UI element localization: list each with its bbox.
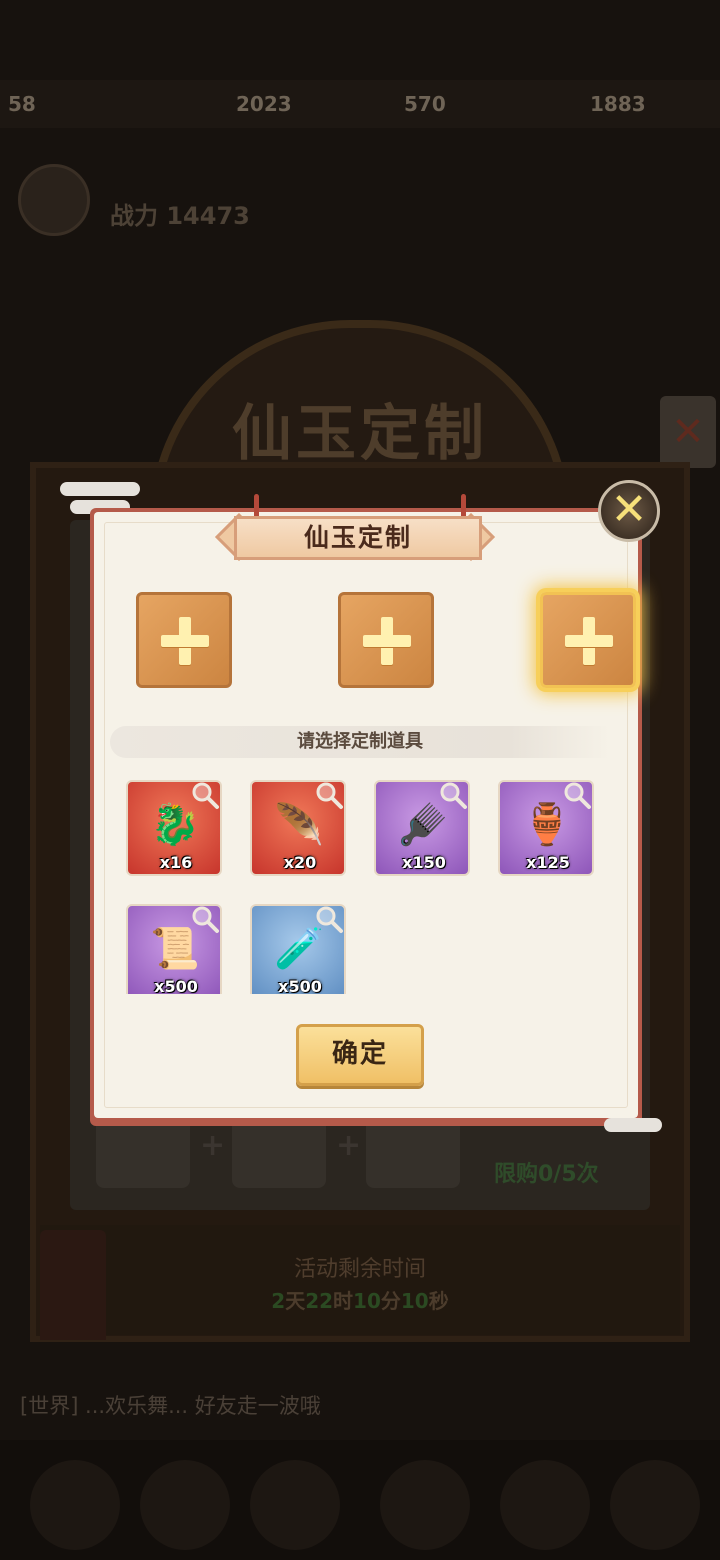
item-slot[interactable]: 🐉 x16 — [126, 780, 222, 876]
item-slot[interactable]: 📜 x500 — [126, 904, 222, 1000]
nav-icon — [250, 1460, 340, 1550]
background-close-icon: ✕ — [660, 396, 716, 468]
plus-icon: + — [336, 1128, 362, 1163]
magnifier-icon[interactable] — [562, 780, 592, 810]
activity-timer: 活动剩余时间 2天22时10分10秒 — [40, 1225, 680, 1335]
customize-slot-1[interactable] — [136, 592, 232, 688]
cloud-decoration — [604, 1118, 662, 1132]
item-quantity: x20 — [283, 853, 317, 872]
lantern-icon — [40, 1230, 106, 1340]
section-label: 请选择定制道具 — [297, 731, 423, 752]
player-info: 战力 14473 — [10, 160, 710, 240]
dialog-title: 仙玉定制 — [303, 523, 412, 552]
cloud-decoration — [60, 482, 140, 496]
nav-icon — [140, 1460, 230, 1550]
item-slot[interactable]: 🧪 x500 — [250, 904, 346, 1000]
confirm-button[interactable]: 确定 — [296, 1024, 424, 1086]
magnifier-icon[interactable] — [438, 780, 468, 810]
resource-value: 2023 — [236, 92, 292, 116]
magnifier-icon[interactable] — [190, 904, 220, 934]
magnifier-icon[interactable] — [314, 904, 344, 934]
chat-bar: [世界] ...欢乐舞... 好友走一波哦 — [20, 1394, 321, 1418]
item-slot[interactable]: 🪶 x20 — [250, 780, 346, 876]
timer-value: 2天22时10分10秒 — [271, 1289, 449, 1313]
nav-icon — [610, 1460, 700, 1550]
resource-value: 58 — [8, 92, 36, 116]
plus-icon: + — [200, 1128, 226, 1163]
resource-value: 1883 — [590, 92, 646, 116]
background-title: 仙玉定制 — [232, 399, 488, 469]
item-slot[interactable]: 🪮 x150 — [374, 780, 470, 876]
nav-icon — [500, 1460, 590, 1550]
purchase-limit: 限购0/5次 — [494, 1162, 599, 1187]
nav-icon — [30, 1460, 120, 1550]
avatar — [18, 164, 90, 236]
magnifier-icon[interactable] — [314, 780, 344, 810]
item-slot[interactable]: 🏺 x125 — [498, 780, 594, 876]
game-screen: 58 2023 570 1883 战力 14473 仙玉定制 ✕ + + 限购0… — [0, 0, 720, 1560]
resource-value: 570 — [404, 92, 446, 116]
item-quantity: x150 — [402, 853, 446, 872]
power-value: 战力 14473 — [110, 202, 250, 230]
grid-clip — [124, 994, 364, 1004]
item-quantity: x16 — [159, 853, 193, 872]
nav-icon — [380, 1460, 470, 1550]
resource-bar: 58 2023 570 1883 — [0, 80, 720, 128]
customize-slot-3[interactable] — [540, 592, 636, 688]
item-quantity: x125 — [526, 853, 570, 872]
close-icon: ✕ — [610, 484, 648, 535]
timer-label: 活动剩余时间 — [293, 1257, 426, 1282]
customize-slot-2[interactable] — [338, 592, 434, 688]
magnifier-icon[interactable] — [190, 780, 220, 810]
close-button[interactable]: ✕ — [598, 480, 660, 542]
